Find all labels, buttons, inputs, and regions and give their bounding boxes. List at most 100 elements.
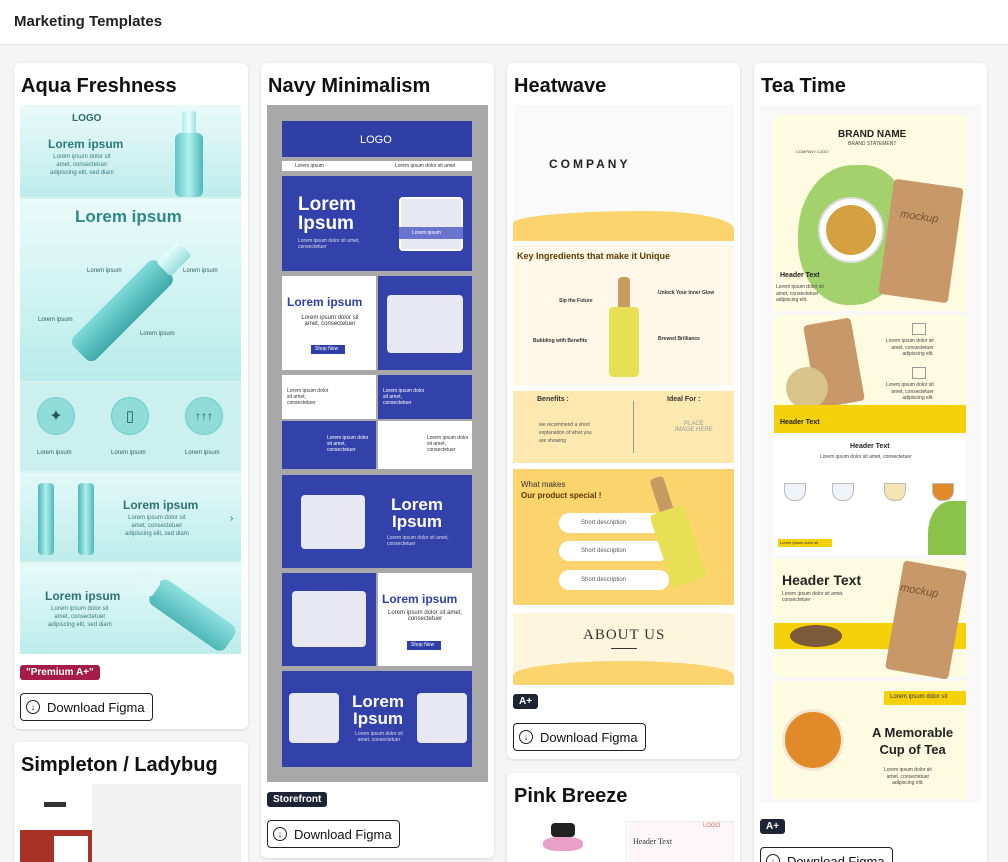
benefits-text: we recommend a short explanation of what… — [539, 422, 592, 444]
place-image-text: PLACE IMAGE HERE — [675, 421, 713, 433]
callout-label: Lorem ipsum — [38, 317, 73, 323]
box-image — [289, 693, 339, 743]
preview-logo-text: LOGO — [72, 113, 102, 124]
shop-now-label: Shop Now — [315, 346, 339, 352]
card-title: Navy Minimalism — [268, 75, 431, 97]
preview-small-text: Lorem ipsum dolor sit amet, consectetuer — [287, 388, 329, 406]
preview-logo-text: LOGO — [360, 134, 392, 146]
lorem-line: Lorem ipsum dolor sit amet, consectetuer — [782, 591, 844, 603]
shop-now-label: Shop Now — [411, 642, 435, 648]
serum-bottle-image — [609, 277, 639, 377]
preview-panel — [20, 105, 241, 197]
preview-big-heading: Lorem Ipsum — [391, 495, 443, 531]
template-card-pink-breeze[interactable]: Pink Breeze Header Text LOGO — [507, 773, 740, 862]
icon-label: Lorem ipsum — [185, 450, 220, 456]
preview-white-card — [54, 836, 88, 862]
preview-big-heading: Lorem Ipsum — [352, 692, 404, 728]
download-figma-button[interactable]: ↓ Download Figma — [20, 693, 153, 721]
template-card-aqua-freshness[interactable]: Aqua Freshness LOGO Lorem ipsum Lorem ip… — [14, 63, 248, 729]
preview-small-text: Lorem ipsum dolor sit amet, consectetuer — [327, 435, 369, 453]
ingredient-label: Brewed Brilliance — [658, 336, 700, 342]
template-card-tea-time[interactable]: Tea Time BRAND NAME BRAND STATEMENT COMP… — [754, 63, 987, 862]
download-figma-button[interactable]: ↓ Download Figma — [760, 847, 893, 862]
download-figma-button[interactable]: ↓ Download Figma — [513, 723, 646, 751]
top-bar: Marketing Templates — [0, 0, 1008, 45]
preview-big-heading: Lorem Ipsum — [298, 194, 357, 234]
template-card-simpleton-ladybug[interactable]: Simpleton / Ladybug — [14, 742, 248, 862]
image-placeholder-icon — [912, 323, 926, 335]
bottle-pair-image — [38, 483, 54, 555]
matcha-bowl — [786, 367, 828, 409]
download-icon: ↓ — [766, 854, 780, 862]
preview-logo — [44, 802, 66, 807]
preview-heading: Lorem ipsum — [48, 137, 124, 151]
short-description-pill: Short description — [559, 541, 669, 561]
lorem-text: Lorem ipsum dolor sit amet, consectetuer… — [886, 382, 934, 401]
preview-small-text: Lorem ipsum dolor sit amet, consectetuer — [355, 731, 403, 743]
steam-icon: ↑↑↑ — [185, 397, 223, 435]
template-preview-image[interactable]: BRAND NAME BRAND STATEMENT COMPANY LOGO … — [760, 105, 981, 803]
lorem-text: Lorem ipsum dolor sit amet, consectetuer… — [884, 767, 932, 786]
template-card-navy-minimalism[interactable]: Navy Minimalism LOGO Lorem ipsum Lorem i… — [261, 63, 494, 858]
card-title: Simpleton / Ladybug — [21, 754, 218, 776]
company-text: COMPANY — [549, 157, 631, 171]
preview-small-text: Lorem ipsum dolor sit amet, consectetuer — [298, 238, 360, 250]
key-ingredients-heading: Key Ingredients that make it Unique — [517, 251, 671, 261]
template-preview-image[interactable]: LOGO Lorem ipsum Lorem ipsum dolor sit a… — [20, 105, 241, 654]
card-title: Tea Time — [761, 75, 846, 97]
teacup-icon — [884, 483, 906, 501]
lorem-text: Lorem ipsum dolor sit amet, consectetuer… — [776, 284, 824, 303]
divider — [633, 401, 634, 453]
page-title: Marketing Templates — [14, 13, 163, 30]
download-icon: ↓ — [273, 827, 287, 841]
box-image — [301, 495, 365, 549]
icon-label: Lorem ipsum — [111, 450, 146, 456]
spray-bottle-image — [172, 111, 206, 197]
download-label: Download Figma — [787, 853, 885, 862]
preview-heading: Lorem ipsum — [75, 207, 182, 226]
header-text: Header Text — [780, 272, 820, 279]
card-title: Pink Breeze — [514, 785, 628, 807]
box-image — [417, 693, 467, 743]
template-card-heatwave[interactable]: Heatwave COMPANY Key Ingredients that ma… — [507, 63, 740, 759]
callout-label: Lorem ipsum — [183, 268, 218, 274]
aplus-badge: A+ — [513, 694, 539, 709]
preview-mid-heading: Lorem ipsum — [287, 295, 363, 309]
download-icon: ↓ — [519, 730, 533, 744]
callout-label: Lorem ipsum — [87, 268, 122, 274]
storefront-badge: Storefront — [267, 792, 328, 807]
tea-glass-image — [782, 709, 844, 771]
template-preview-image[interactable]: Header Text LOGO — [513, 817, 734, 862]
box-image — [399, 197, 463, 251]
preview-small-text: Lorem ipsum dolor sit amet, consectetuer — [427, 435, 469, 453]
download-figma-button[interactable]: ↓ Download Figma — [267, 820, 400, 848]
template-preview-image[interactable]: COMPANY Key Ingredients that make it Uni… — [513, 105, 734, 685]
preview-subtext: Lorem ipsum dolor sit amet, consectetuer… — [125, 515, 189, 537]
template-preview-image[interactable]: LOGO Lorem ipsum Lorem ipsum dolor sit a… — [267, 105, 488, 782]
tea-liquid — [826, 205, 876, 255]
yellow-wave — [513, 661, 734, 685]
preview-subtext: Lorem ipsum dolor sit amet, consectetuer… — [48, 606, 112, 628]
header-text-large: Header Text — [782, 572, 862, 588]
preview-nav-right: Lorem ipsum dolor sit amet — [395, 163, 456, 169]
memorable-heading: A Memorable Cup of Tea — [872, 725, 954, 757]
brand-name-text: BRAND NAME — [838, 129, 907, 140]
icon-label: Lorem ipsum — [37, 450, 72, 456]
preview-mid-heading: Lorem ipsum — [382, 592, 458, 606]
brand-statement-text: BRAND STATEMENT — [848, 141, 897, 147]
pink-header-text: Header Text — [633, 837, 673, 846]
preview-small-text: Lorem ipsum dolor sit amet, consectetuer — [383, 388, 425, 406]
pink-logo-text: LOGO — [703, 823, 721, 829]
chevron-right-icon: › — [230, 513, 234, 524]
what-makes-text: What makes — [521, 480, 566, 489]
template-preview-image[interactable] — [20, 784, 241, 862]
box-image — [387, 295, 463, 353]
teacup-icon — [784, 483, 806, 501]
preview-nav-left: Lorem ipsum — [295, 163, 324, 169]
benefits-heading: Benefits : — [537, 396, 569, 403]
about-us-heading: ABOUT US — [583, 627, 666, 643]
tea-spoon-image — [790, 625, 842, 647]
bottle-pair-image — [78, 483, 94, 555]
premium-badge: "Premium A+" — [20, 665, 100, 680]
header-text: Header Text — [780, 419, 820, 426]
